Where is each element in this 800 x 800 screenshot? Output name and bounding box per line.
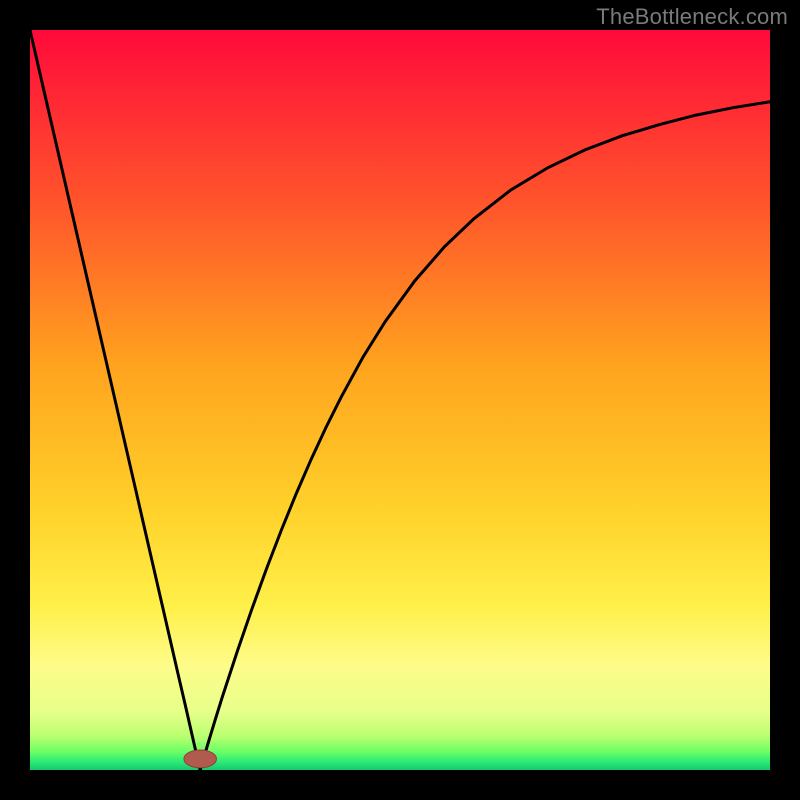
min-marker [184,750,217,768]
watermark-text: TheBottleneck.com [596,4,788,30]
bottleneck-chart [30,30,770,770]
chart-background [30,30,770,770]
chart-frame [30,30,770,770]
